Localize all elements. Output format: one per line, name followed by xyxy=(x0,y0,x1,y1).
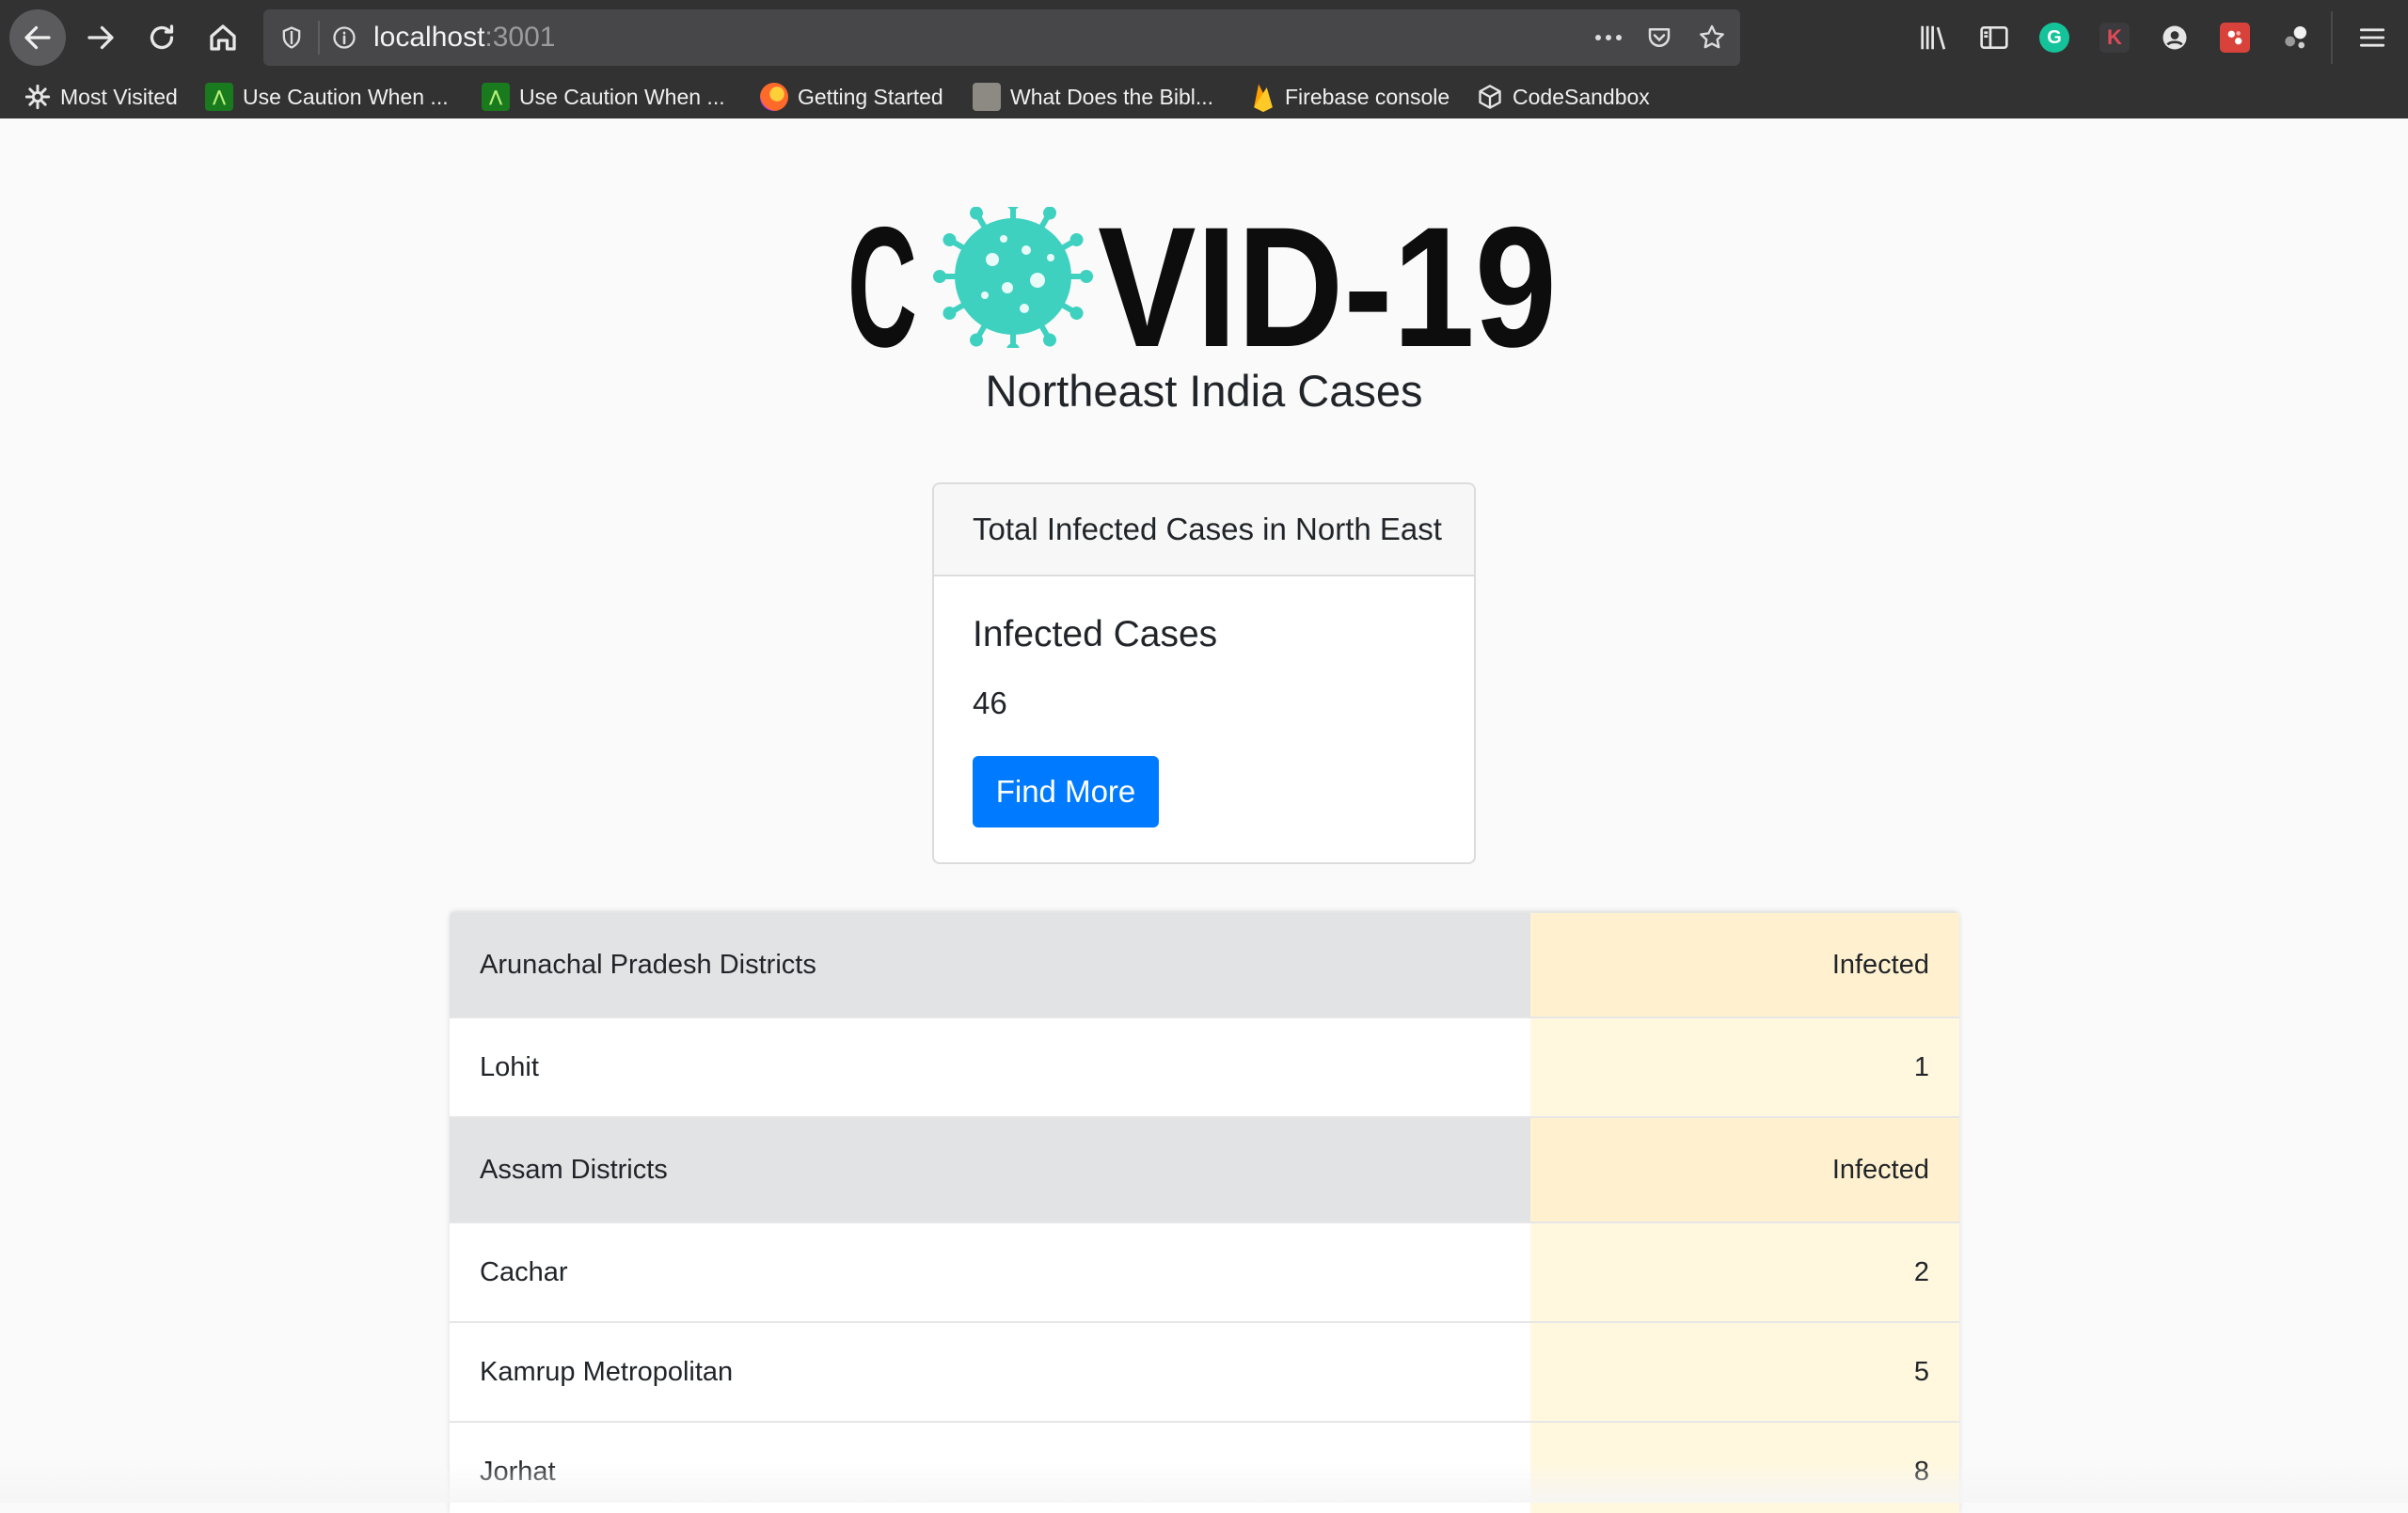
firefox-icon xyxy=(760,83,788,111)
card-title: Infected Cases xyxy=(973,614,1218,654)
infected-value: 5 xyxy=(1530,1321,1959,1422)
browser-chrome: localhost:3001 G K Most Visited ⋀ Use Ca… xyxy=(0,0,2408,118)
shield-icon[interactable] xyxy=(275,21,309,55)
grammarly-label: G xyxy=(2039,23,2069,53)
hamburger-menu-icon[interactable] xyxy=(2352,17,2393,58)
puzzle-icon xyxy=(973,83,1001,111)
red-extension-icon[interactable] xyxy=(2214,17,2256,58)
table-row: Lohit 1 xyxy=(450,1017,1959,1117)
reload-button[interactable] xyxy=(134,9,190,66)
district-name: Kamrup Metropolitan xyxy=(450,1321,1530,1422)
bookmark-label: Getting Started xyxy=(798,84,943,109)
bookmark-label: Firebase console xyxy=(1285,84,1450,109)
arrow-left-icon xyxy=(24,25,51,50)
bookmark-use-caution-1[interactable]: ⋀ Use Caution When ... xyxy=(205,79,449,115)
table-row: Kamrup Metropolitan 5 xyxy=(450,1321,1959,1422)
k-extension-label: K xyxy=(2099,23,2130,53)
bookmark-label: CodeSandbox xyxy=(1513,84,1650,109)
reload-icon xyxy=(150,24,174,50)
table-row: Cachar 2 xyxy=(450,1221,1959,1322)
bookmark-what-does-the-bible[interactable]: What Does the Bibl... xyxy=(973,79,1213,115)
home-icon xyxy=(210,24,236,51)
table-group-header: Assam Districts Infected xyxy=(450,1116,1959,1222)
bookmark-getting-started[interactable]: Getting Started xyxy=(760,79,943,115)
android-icon: ⋀ xyxy=(482,83,510,111)
bookmark-star-icon[interactable] xyxy=(1695,21,1729,55)
find-more-button[interactable]: Find More xyxy=(973,756,1159,827)
urlbar-separator xyxy=(318,21,320,55)
firebase-icon xyxy=(1254,84,1273,112)
url-text[interactable]: localhost:3001 xyxy=(373,21,555,55)
bookmark-label: What Does the Bibl... xyxy=(1010,84,1214,109)
infected-value: 1 xyxy=(1530,1017,1959,1117)
pocket-icon[interactable] xyxy=(1642,21,1676,55)
infected-count: 46 xyxy=(973,686,1007,720)
gear-icon xyxy=(24,84,51,110)
back-button[interactable] xyxy=(9,9,66,66)
home-button[interactable] xyxy=(195,9,251,66)
state-districts-header: Assam Districts xyxy=(450,1116,1530,1222)
infected-header: Infected xyxy=(1530,911,1959,1017)
bookmark-label: Use Caution When ... xyxy=(243,84,449,109)
table-body: Arunachal Pradesh Districts Infected Lohit… xyxy=(450,911,1959,1513)
infected-value: 2 xyxy=(1530,1221,1959,1322)
page-actions-icon[interactable] xyxy=(1592,21,1625,55)
bookmark-codesandbox[interactable]: CodeSandbox xyxy=(1477,79,1650,115)
info-icon[interactable] xyxy=(327,21,361,55)
bookmark-use-caution-2[interactable]: ⋀ Use Caution When ... xyxy=(482,79,725,115)
state-districts-header: Arunachal Pradesh Districts xyxy=(450,911,1530,1017)
account-icon[interactable] xyxy=(2154,17,2195,58)
forward-button[interactable] xyxy=(72,9,129,66)
bottom-fade xyxy=(0,1463,2408,1503)
url-host: localhost xyxy=(373,22,485,53)
page-content: C VID-19 Northeast India Cases Total Inf… xyxy=(0,118,2408,1513)
k-extension-icon[interactable]: K xyxy=(2094,17,2135,58)
toolbar-separator xyxy=(2331,11,2333,64)
browser-toolbar: localhost:3001 G K xyxy=(0,0,2408,75)
total-cases-card: Total Infected Cases in North East Infec… xyxy=(932,482,1476,864)
android-icon: ⋀ xyxy=(205,83,233,111)
bookmark-label: Most Visited xyxy=(60,84,178,109)
library-icon[interactable] xyxy=(1913,17,1955,58)
district-name: Lohit xyxy=(450,1017,1530,1117)
bookmark-most-visited[interactable]: Most Visited xyxy=(24,79,178,115)
table-group-header: Arunachal Pradesh Districts Infected xyxy=(450,911,1959,1017)
card-header: Total Infected Cases in North East xyxy=(934,484,1474,576)
svg-text:C: C xyxy=(851,207,917,348)
page-subtitle: Northeast India Cases xyxy=(985,366,1423,416)
svg-text:VID-19: VID-19 xyxy=(1098,207,1557,348)
bookmarks-bar: Most Visited ⋀ Use Caution When ... ⋀ Us… xyxy=(0,75,2408,118)
bookmark-firebase-console[interactable]: Firebase console xyxy=(1251,79,1450,115)
url-port: :3001 xyxy=(484,22,556,53)
covid-logo: C VID-19 xyxy=(848,191,1557,383)
cube-icon xyxy=(1479,85,1501,109)
infected-header: Infected xyxy=(1530,1116,1959,1222)
bookmark-label: Use Caution When ... xyxy=(519,84,725,109)
dots-extension-icon[interactable] xyxy=(2274,17,2316,58)
grammarly-icon[interactable]: G xyxy=(2034,17,2075,58)
address-bar[interactable]: localhost:3001 xyxy=(263,9,1740,66)
arrow-right-icon xyxy=(87,25,114,50)
district-name: Cachar xyxy=(450,1221,1530,1322)
sidebar-icon[interactable] xyxy=(1973,17,2015,58)
cases-table: Arunachal Pradesh Districts Infected Lohit… xyxy=(450,911,1959,1513)
